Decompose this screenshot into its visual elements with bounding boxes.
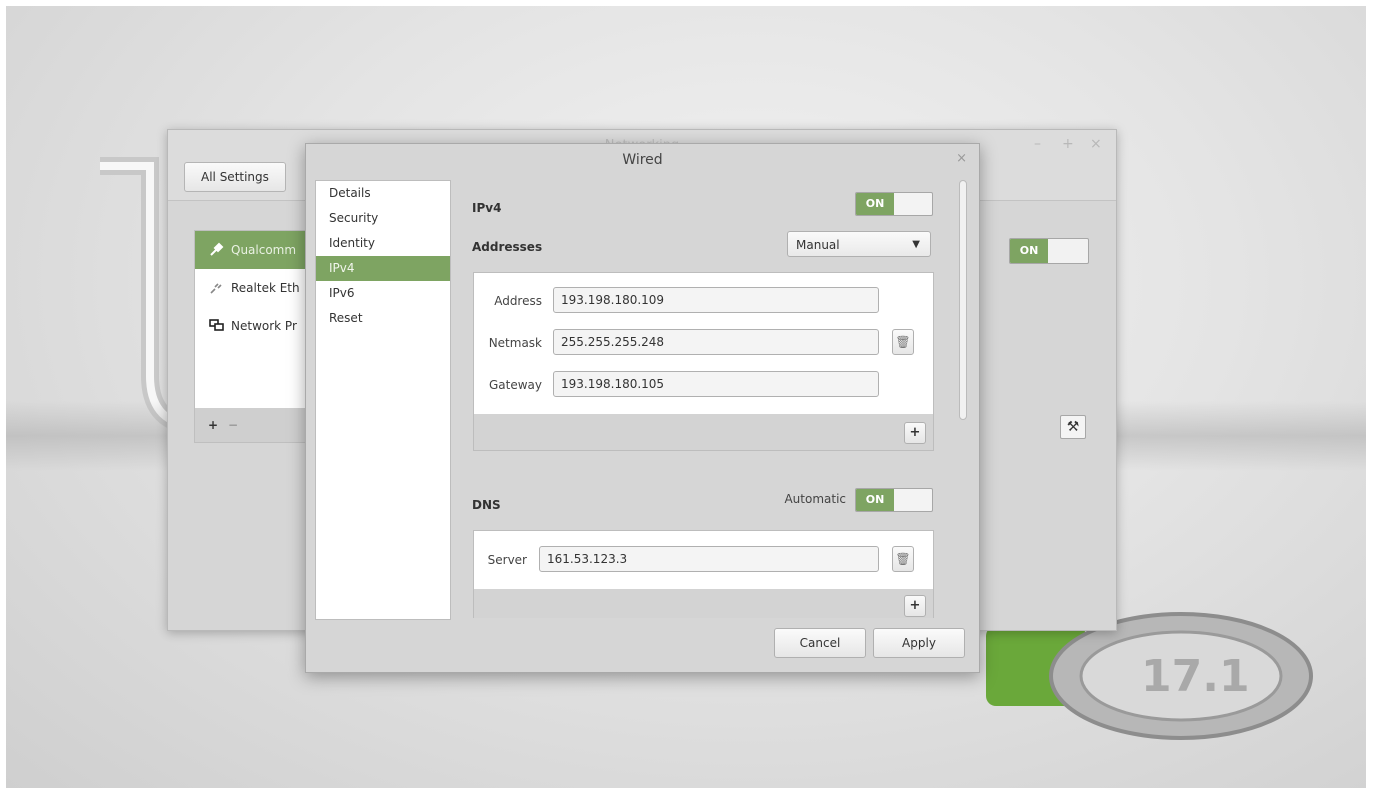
sidebar-item-security[interactable]: Security: [316, 206, 450, 231]
dialog-title: Wired: [622, 152, 663, 168]
address-field[interactable]: 193.198.180.109: [553, 287, 879, 313]
sidebar-item-ipv6[interactable]: IPv6: [316, 281, 450, 306]
toggle-on-label: ON: [856, 193, 894, 215]
dialog-close-button[interactable]: ×: [956, 151, 967, 166]
dns-heading: DNS: [472, 498, 501, 512]
ethernet-plug-icon: [209, 279, 231, 298]
wired-dialog: Wired × Details Security Identity IPv4 I…: [305, 143, 980, 673]
toggle-on-label: ON: [1010, 239, 1048, 263]
device-label: Network Pr: [231, 319, 297, 333]
chevron-down-icon: ▼: [912, 239, 920, 250]
maximize-button[interactable]: +: [1062, 136, 1074, 152]
address-panel: Address 193.198.180.109 Netmask 255.255.…: [473, 272, 934, 415]
dns-panel: Server 161.53.123.3 🗑: [473, 530, 934, 590]
wireless-plug-icon: [209, 241, 231, 260]
delete-address-button[interactable]: 🗑: [892, 329, 914, 355]
device-label: Realtek Eth: [231, 281, 300, 295]
add-dns-button[interactable]: +: [904, 595, 926, 617]
delete-dns-button[interactable]: 🗑: [892, 546, 914, 572]
sidebar-item-identity[interactable]: Identity: [316, 231, 450, 256]
dns-automatic-toggle[interactable]: ON: [855, 488, 933, 512]
sidebar-item-ipv4[interactable]: IPv4: [316, 256, 450, 281]
apply-button[interactable]: Apply: [873, 628, 965, 658]
trash-icon: 🗑: [895, 335, 911, 349]
ipv4-heading: IPv4: [472, 201, 502, 215]
device-settings-button[interactable]: ⚒: [1060, 415, 1086, 439]
address-panel-toolbar: +: [473, 414, 934, 451]
dns-automatic-label: Automatic: [784, 492, 846, 506]
vertical-scrollbar[interactable]: [958, 180, 968, 618]
address-label: Address: [494, 294, 542, 308]
settings-tools-icon: ⚒: [1066, 419, 1080, 435]
all-settings-button[interactable]: All Settings: [184, 162, 286, 192]
gateway-label: Gateway: [488, 378, 542, 392]
scrollbar-thumb[interactable]: [959, 180, 967, 420]
netmask-field[interactable]: 255.255.255.248: [553, 329, 879, 355]
settings-sidebar: Details Security Identity IPv4 IPv6 Rese…: [315, 180, 451, 620]
method-value: Manual: [796, 238, 840, 252]
svg-text:17.1: 17.1: [1141, 651, 1250, 702]
close-button[interactable]: ×: [1090, 136, 1102, 152]
sidebar-item-details[interactable]: Details: [316, 181, 450, 206]
wireless-toggle[interactable]: ON: [1009, 238, 1089, 264]
remove-device-button[interactable]: −: [223, 415, 243, 435]
addresses-heading: Addresses: [472, 240, 543, 254]
network-proxy-icon: [209, 317, 231, 336]
add-address-button[interactable]: +: [904, 422, 926, 444]
dns-server-field[interactable]: 161.53.123.3: [539, 546, 879, 572]
add-device-button[interactable]: +: [203, 415, 223, 435]
sidebar-item-reset[interactable]: Reset: [316, 306, 450, 331]
ipv4-settings-pane: IPv4 ON Addresses Manual ▼ Address 193.1…: [458, 180, 958, 618]
gateway-field[interactable]: 193.198.180.105: [553, 371, 879, 397]
ipv4-method-select[interactable]: Manual ▼: [787, 231, 931, 257]
toggle-on-label: ON: [856, 489, 894, 511]
cancel-button[interactable]: Cancel: [774, 628, 866, 658]
server-label: Server: [487, 553, 527, 567]
ipv4-toggle[interactable]: ON: [855, 192, 933, 216]
netmask-label: Netmask: [488, 336, 542, 350]
minimize-button[interactable]: –: [1034, 136, 1041, 152]
device-label: Qualcomm: [231, 243, 297, 257]
dns-panel-toolbar: +: [473, 589, 934, 618]
trash-icon: 🗑: [895, 552, 911, 566]
